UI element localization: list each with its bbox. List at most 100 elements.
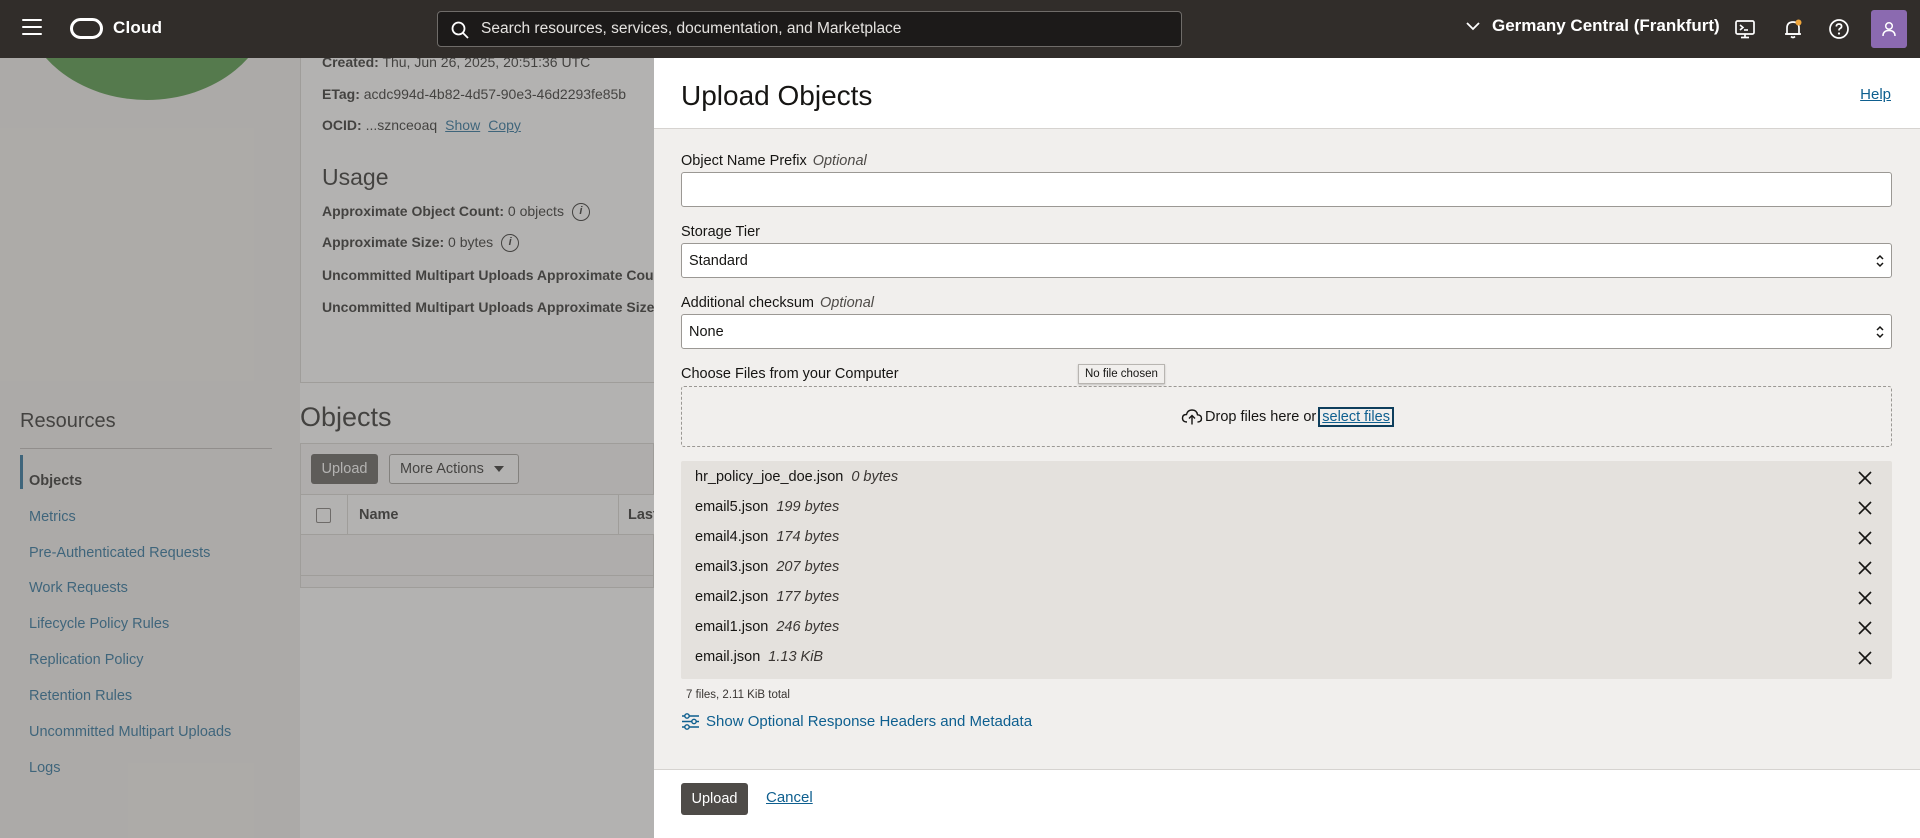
object-count-value: 0 objects	[507, 203, 564, 219]
region-selector[interactable]: Germany Central (Frankfurt)	[1466, 16, 1720, 36]
file-entry: email.json 1.13 KiB	[695, 649, 823, 665]
file-size: 207 bytes	[776, 559, 840, 575]
remove-file-icon[interactable]	[1858, 531, 1872, 545]
search-box[interactable]	[437, 11, 1182, 47]
approx-size-row: Approximate Size: 0 bytes i	[322, 234, 520, 253]
ocid-copy-link[interactable]: Copy	[488, 117, 521, 133]
file-name: hr_policy_joe_doe.json	[695, 469, 844, 485]
multipart-count-row: Uncommitted Multipart Uploads Approximat…	[322, 267, 654, 283]
approx-size-label: Approximate Size:	[322, 234, 445, 250]
checksum-value: None	[689, 323, 724, 340]
remove-file-icon[interactable]	[1858, 501, 1872, 515]
resources-item-lifecycle-policy-rules[interactable]: Lifecycle Policy Rules	[29, 616, 169, 632]
remove-file-icon[interactable]	[1858, 621, 1872, 635]
file-row: email3.json 207 bytes	[681, 553, 1892, 583]
resources-item-metrics[interactable]: Metrics	[29, 509, 76, 525]
file-row: email4.json 174 bytes	[681, 523, 1892, 553]
top-navigation-bar: Cloud Germany Central (Frankfurt)	[0, 0, 1920, 58]
object-count-row: Approximate Object Count: 0 objects i	[322, 203, 590, 222]
column-name-header[interactable]: Name	[359, 507, 399, 523]
cloud-shell-icon[interactable]	[1733, 17, 1757, 41]
checksum-label-text: Additional checksum	[681, 295, 814, 311]
file-size: 1.13 KiB	[768, 649, 824, 665]
ocid-row: OCID: ...sznceoaq Show Copy	[322, 117, 521, 133]
resources-item-objects[interactable]: Objects	[29, 473, 82, 489]
resources-item-replication-policy[interactable]: Replication Policy	[29, 652, 143, 668]
file-name: email2.json	[695, 589, 769, 605]
column-last-modified-header[interactable]: Last	[628, 507, 654, 523]
more-actions-label: More Actions	[400, 461, 484, 477]
search-input[interactable]	[481, 12, 1171, 46]
file-entry: email3.json 207 bytes	[695, 559, 839, 575]
info-icon[interactable]: i	[501, 234, 520, 253]
upload-button[interactable]: Upload	[311, 454, 378, 484]
approx-size-value: 0 bytes	[448, 234, 494, 250]
cancel-link[interactable]: Cancel	[766, 789, 813, 806]
remove-file-icon[interactable]	[1858, 591, 1872, 605]
region-label: Germany Central (Frankfurt)	[1492, 16, 1720, 35]
file-row: email1.json 246 bytes	[681, 613, 1892, 643]
search-icon	[451, 21, 469, 39]
objects-table-panel: Upload More Actions Name Last	[300, 443, 654, 588]
file-row: email.json 1.13 KiB	[681, 643, 1892, 673]
chevron-down-icon	[1466, 22, 1480, 31]
help-icon[interactable]	[1827, 17, 1851, 41]
usage-title: Usage	[322, 164, 389, 190]
choose-files-label: Choose Files from your Computer	[681, 366, 899, 382]
upload-submit-button[interactable]: Upload	[681, 783, 748, 815]
ocid-value: ...sznceoaq	[365, 117, 438, 133]
ocid-show-link[interactable]: Show	[445, 117, 480, 133]
resources-item-work-requests[interactable]: Work Requests	[29, 580, 128, 596]
objects-title: Objects	[300, 402, 392, 432]
resources-title: Resources	[20, 410, 116, 432]
remove-file-icon[interactable]	[1858, 471, 1872, 485]
file-name: email4.json	[695, 529, 769, 545]
file-drop-zone[interactable]: Drop files here or select files	[681, 386, 1892, 447]
file-name: email.json	[695, 649, 761, 665]
select-all-checkbox[interactable]	[316, 508, 331, 523]
files-total-summary: 7 files, 2.11 KiB total	[686, 689, 790, 701]
info-icon[interactable]: i	[571, 203, 590, 222]
resources-item-logs[interactable]: Logs	[29, 760, 60, 776]
etag-value: acdc994d-4b82-4d57-90e3-46d2293fe85b	[363, 86, 627, 102]
select-files-link[interactable]: select files	[1318, 406, 1394, 427]
menu-icon[interactable]	[22, 19, 42, 39]
panel-header: Upload Objects Help	[654, 58, 1920, 129]
caret-down-icon	[493, 466, 504, 472]
oracle-logo[interactable]	[70, 18, 103, 39]
etag-row: ETag: acdc994d-4b82-4d57-90e3-46d2293fe8…	[322, 86, 626, 102]
more-actions-button[interactable]: More Actions	[389, 454, 519, 484]
no-file-chosen-tooltip: No file chosen	[1078, 364, 1165, 384]
bucket-status-icon	[22, 58, 272, 100]
multipart-count-label: Uncommitted Multipart Uploads Approximat…	[322, 267, 654, 283]
optional-tag: Optional	[820, 295, 875, 311]
remove-file-icon[interactable]	[1858, 651, 1872, 665]
multipart-size-row: Uncommitted Multipart Uploads Approximat…	[322, 299, 654, 315]
file-size: 246 bytes	[776, 619, 840, 635]
column-divider	[618, 495, 619, 535]
remove-file-icon[interactable]	[1858, 561, 1872, 575]
active-indicator	[20, 455, 23, 489]
panel-body: Object Name Prefix Optional Storage Tier …	[654, 129, 1920, 769]
resources-item-uncommitted-multipart-uploads[interactable]: Uncommitted Multipart Uploads	[29, 724, 231, 740]
prefix-label: Object Name Prefix Optional	[681, 153, 867, 169]
prefix-label-text: Object Name Prefix	[681, 153, 807, 169]
additional-checksum-select[interactable]: None	[681, 314, 1892, 349]
divider	[20, 448, 272, 449]
resources-item-pre-authenticated-requests[interactable]: Pre-Authenticated Requests	[29, 545, 210, 561]
object-name-prefix-input[interactable]	[681, 172, 1892, 207]
file-row: hr_policy_joe_doe.json 0 bytes	[681, 463, 1892, 493]
storage-tier-label: Storage Tier	[681, 224, 760, 240]
bucket-info-panel: Created: Thu, Jun 26, 2025, 20:51:36 UTC…	[300, 58, 654, 383]
select-arrows-icon	[1876, 325, 1884, 339]
created-value: Thu, Jun 26, 2025, 20:51:36 UTC	[382, 58, 591, 70]
panel-footer: Upload Cancel	[654, 769, 1920, 838]
resources-item-retention-rules[interactable]: Retention Rules	[29, 688, 132, 704]
optional-tag: Optional	[812, 153, 867, 169]
show-optional-headers-link[interactable]: Show Optional Response Headers and Metad…	[681, 712, 1032, 731]
brand-name[interactable]: Cloud	[113, 18, 162, 38]
user-avatar[interactable]	[1871, 10, 1907, 48]
notifications-bell-icon[interactable]	[1781, 17, 1805, 41]
help-link[interactable]: Help	[1860, 86, 1891, 103]
storage-tier-select[interactable]: Standard	[681, 243, 1892, 278]
